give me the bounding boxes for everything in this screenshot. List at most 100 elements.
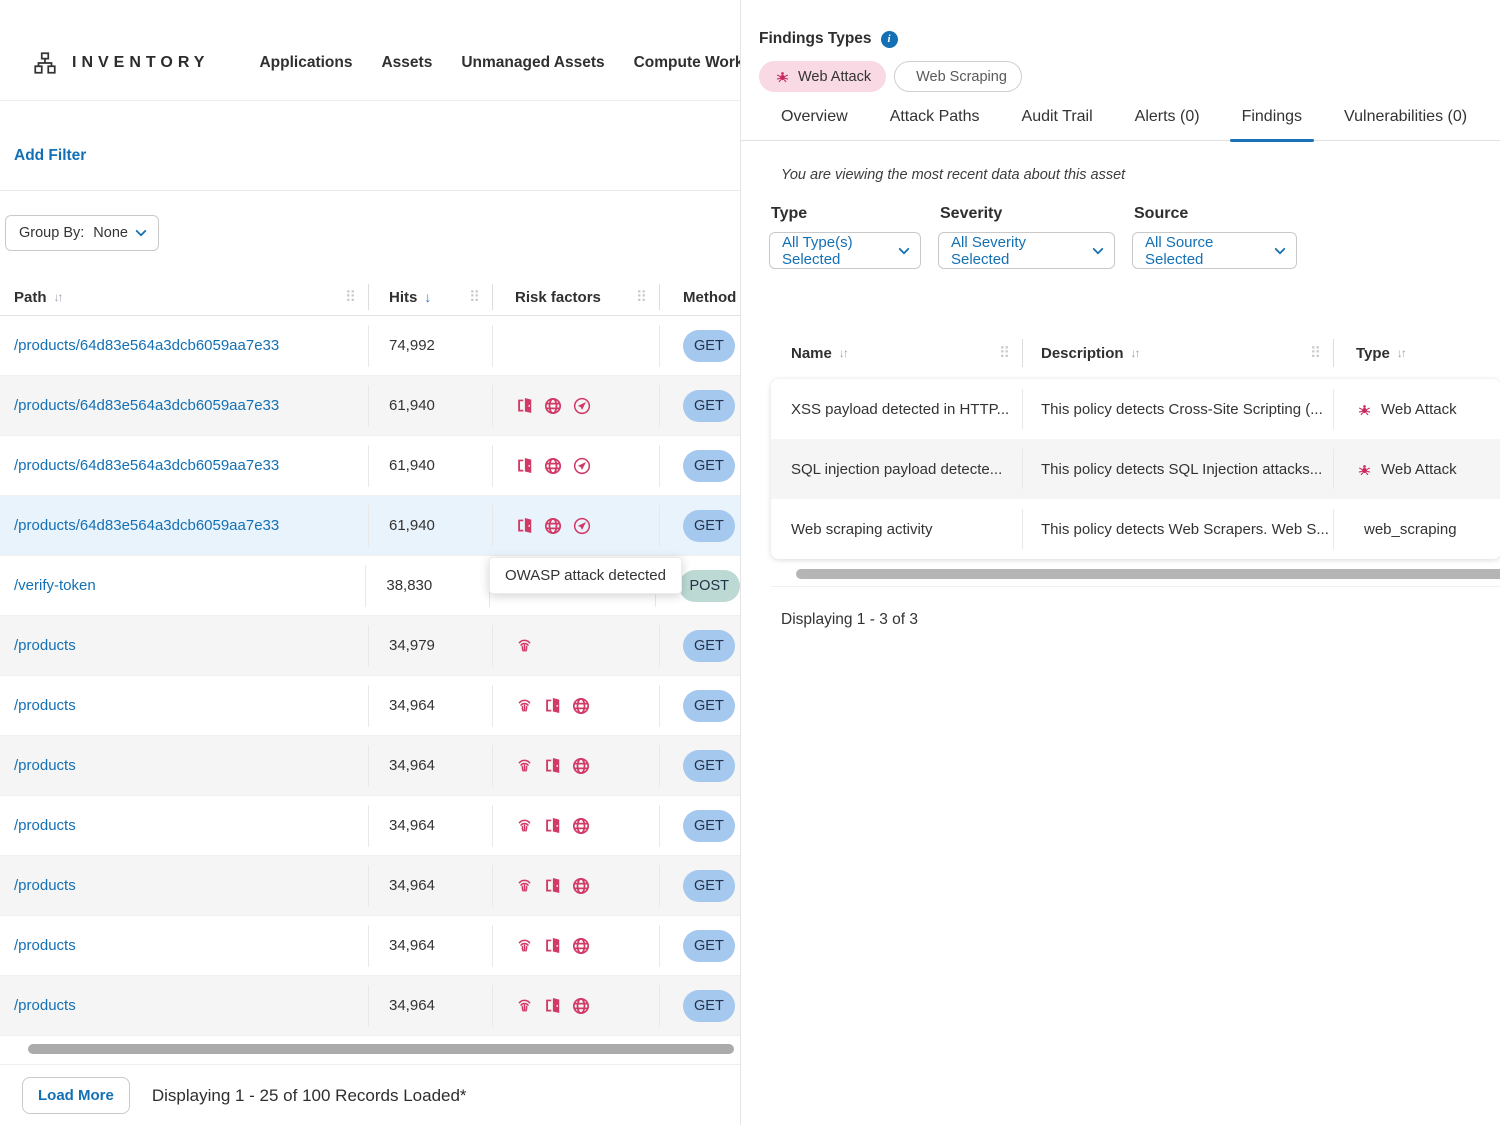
risk-icons[interactable] [515, 756, 591, 776]
table-row[interactable]: /products/64d83e564a3dcb6059aa7e33 61,94… [0, 436, 740, 496]
table-row[interactable]: /products 34,964 GET [0, 676, 740, 736]
hits-cell: 34,964 [369, 985, 493, 1027]
path-link[interactable]: /products/64d83e564a3dcb6059aa7e33 [14, 457, 279, 474]
table-row[interactable]: /products 34,964 GET [0, 856, 740, 916]
sort-icon[interactable] [1397, 346, 1405, 360]
path-link[interactable]: /products/64d83e564a3dcb6059aa7e33 [14, 397, 279, 414]
chip-label: Web Attack [798, 69, 871, 85]
risk-icons[interactable] [515, 816, 591, 836]
findings-type-chip[interactable]: Web Scraping [894, 61, 1022, 92]
table-row[interactable]: /products 34,964 GET [0, 916, 740, 976]
path-link[interactable]: /products [14, 877, 76, 894]
table-row[interactable]: /products/64d83e564a3dcb6059aa7e33 61,94… [0, 376, 740, 436]
finding-row[interactable]: Web scraping activity This policy detect… [771, 499, 1500, 559]
sort-desc-icon[interactable] [424, 289, 429, 305]
path-link[interactable]: /products [14, 697, 76, 714]
globe-icon [543, 396, 563, 416]
method-cell: GET [660, 630, 740, 662]
finding-row[interactable]: SQL injection payload detecte... This po… [771, 439, 1500, 499]
risk-icons[interactable] [515, 516, 592, 536]
sort-icon[interactable] [54, 290, 62, 304]
globe-icon [543, 456, 563, 476]
drag-handle-icon[interactable] [345, 288, 356, 306]
filter-label: Source [1134, 205, 1297, 223]
sort-icon[interactable] [1131, 346, 1139, 360]
path-link[interactable]: /products [14, 637, 76, 654]
filter-dropdown[interactable]: All Severity Selected [938, 232, 1115, 269]
risk-icons[interactable] [515, 456, 592, 476]
filter-dropdown[interactable]: All Source Selected [1132, 232, 1297, 269]
path-link[interactable]: /verify-token [14, 577, 96, 594]
info-icon[interactable]: i [881, 31, 898, 48]
risk-icons[interactable] [515, 696, 591, 716]
open-door-icon [515, 456, 534, 475]
horizontal-scrollbar-thumb[interactable] [28, 1044, 734, 1054]
inventory-panel: INVENTORY Applications Assets Unmanaged … [0, 0, 740, 1125]
risk-icons[interactable] [515, 396, 592, 416]
filter-label: Severity [940, 205, 1115, 223]
findings-scrollbar-thumb[interactable] [796, 569, 1500, 579]
table-row[interactable]: /products 34,964 GET [0, 736, 740, 796]
findings-table-header: Name Description Type [771, 333, 1500, 373]
path-link[interactable]: /products [14, 757, 76, 774]
drag-handle-icon[interactable] [1310, 344, 1321, 362]
table-row[interactable]: /products 34,979 GET [0, 616, 740, 676]
column-header-risk-factors[interactable]: Risk factors [493, 284, 660, 310]
table-row[interactable]: /products/64d83e564a3dcb6059aa7e33 61,94… [0, 496, 740, 556]
chip-icon [774, 68, 791, 85]
tab[interactable]: Overview [781, 108, 848, 140]
fingerprint-icon [515, 936, 534, 955]
table-row[interactable]: /products 34,964 GET [0, 796, 740, 856]
path-link[interactable]: /products/64d83e564a3dcb6059aa7e33 [14, 517, 279, 534]
tab[interactable]: Alerts (0) [1135, 108, 1200, 140]
tab[interactable]: Audit Trail [1022, 108, 1093, 140]
drag-handle-icon[interactable] [636, 288, 647, 306]
hits-cell: 34,964 [369, 685, 493, 727]
risk-factors-cell [493, 505, 660, 547]
hits-value: 38,830 [386, 577, 432, 594]
nav-item[interactable]: Applications [259, 54, 352, 72]
column-header-type[interactable]: Type [1334, 345, 1500, 362]
risk-icons[interactable] [515, 936, 591, 956]
nav-item[interactable]: Assets [381, 54, 432, 72]
column-header-hits[interactable]: Hits [369, 284, 493, 310]
finding-description-cell: This policy detects Web Scrapers. Web S.… [1023, 509, 1334, 549]
tab[interactable]: Attack Paths [890, 108, 980, 140]
group-by-dropdown[interactable]: Group By: None [5, 215, 159, 251]
risk-icons[interactable] [515, 876, 591, 896]
finding-name-cell: Web scraping activity [771, 509, 1023, 549]
tab[interactable]: Findings [1242, 108, 1302, 140]
globe-icon [571, 996, 591, 1016]
path-link[interactable]: /products [14, 937, 76, 954]
method-badge: GET [683, 810, 735, 842]
method-badge: POST [679, 570, 740, 602]
tab[interactable]: Vulnerabilities (0) [1344, 108, 1467, 140]
table-row[interactable]: /products/64d83e564a3dcb6059aa7e33 74,99… [0, 316, 740, 376]
column-header-method[interactable]: Method [660, 289, 740, 306]
path-link[interactable]: /products [14, 997, 76, 1014]
risk-factors-cell [493, 805, 660, 847]
hits-value: 34,964 [389, 877, 435, 894]
load-more-button[interactable]: Load More [22, 1077, 130, 1114]
risk-icons[interactable] [515, 636, 534, 655]
table-row[interactable]: /products 34,964 GET [0, 976, 740, 1036]
path-link[interactable]: /products [14, 817, 76, 834]
hits-cell: 61,940 [369, 385, 493, 427]
finding-type-label: web_scraping [1364, 521, 1457, 538]
column-header-description[interactable]: Description [1023, 339, 1334, 367]
risk-icons[interactable] [515, 996, 591, 1016]
filter-dropdown[interactable]: All Type(s) Selected [769, 232, 921, 269]
path-link[interactable]: /products/64d83e564a3dcb6059aa7e33 [14, 337, 279, 354]
finding-row[interactable]: XSS payload detected in HTTP... This pol… [771, 379, 1500, 439]
finding-type-cell: Web Attack [1334, 401, 1500, 418]
findings-type-chip[interactable]: Web Attack [759, 61, 886, 92]
nav-item[interactable]: Unmanaged Assets [461, 54, 604, 72]
method-cell: GET [660, 390, 740, 422]
drag-handle-icon[interactable] [999, 344, 1010, 362]
drag-handle-icon[interactable] [469, 288, 480, 306]
column-header-path[interactable]: Path [0, 284, 369, 310]
add-filter-button[interactable]: Add Filter [14, 147, 86, 165]
column-header-name[interactable]: Name [771, 339, 1023, 367]
hits-cell: 61,940 [369, 505, 493, 547]
sort-icon[interactable] [839, 346, 847, 360]
